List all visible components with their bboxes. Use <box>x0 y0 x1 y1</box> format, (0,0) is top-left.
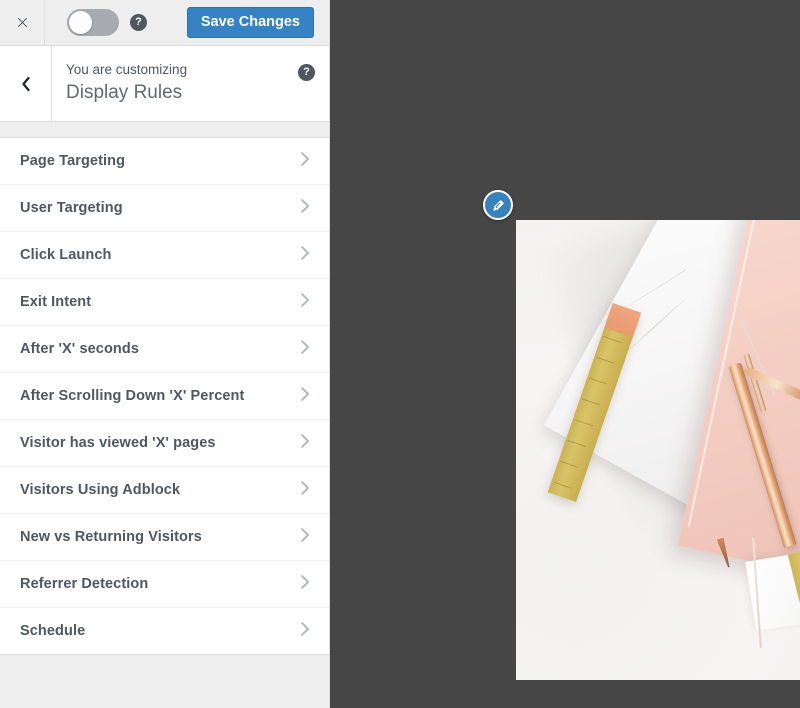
panel-row-after-x-seconds[interactable]: After 'X' seconds <box>0 326 329 373</box>
toggle-help-icon[interactable]: ? <box>130 14 147 31</box>
pencil-icon <box>491 198 506 213</box>
toggle-knob <box>69 11 92 34</box>
panel-row-label: Click Launch <box>20 247 112 263</box>
chevron-right-icon <box>300 339 311 360</box>
customizer-sidebar: ? Save Changes You are customizing Displ… <box>0 0 330 708</box>
panel-row-new-vs-returning-visitors[interactable]: New vs Returning Visitors <box>0 514 329 561</box>
panel-row-schedule[interactable]: Schedule <box>0 608 329 655</box>
panel-row-user-targeting[interactable]: User Targeting <box>0 185 329 232</box>
section-gap <box>0 122 329 138</box>
chevron-right-icon <box>300 433 311 454</box>
chevron-right-icon <box>300 198 311 219</box>
customizer-title-block: You are customizing Display Rules ? <box>52 46 329 121</box>
preview-photo <box>516 220 800 680</box>
back-button[interactable] <box>0 46 52 121</box>
customizing-eyebrow: You are customizing <box>66 61 188 77</box>
panel-row-visitor-viewed-pages[interactable]: Visitor has viewed 'X' pages <box>0 420 329 467</box>
edit-shortcut-button[interactable] <box>483 190 513 220</box>
panel-row-label: After 'X' seconds <box>20 341 139 357</box>
page-title: Display Rules <box>66 81 183 103</box>
customizer-screen: ? Save Changes You are customizing Displ… <box>0 0 800 708</box>
panel-row-label: Referrer Detection <box>20 576 149 592</box>
enable-toggle[interactable] <box>67 9 119 36</box>
chevron-right-icon <box>300 245 311 266</box>
panel-row-label: User Targeting <box>20 200 123 216</box>
preview-document <box>516 220 800 680</box>
chevron-right-icon <box>300 621 311 642</box>
customizer-title-bar: You are customizing Display Rules ? <box>0 46 329 122</box>
chevron-right-icon <box>300 386 311 407</box>
panel-row-referrer-detection[interactable]: Referrer Detection <box>0 561 329 608</box>
chevron-right-icon <box>300 151 311 172</box>
chevron-right-icon <box>300 574 311 595</box>
preview-pane <box>330 0 800 708</box>
title-help-icon[interactable]: ? <box>298 64 315 81</box>
chevron-right-icon <box>300 480 311 501</box>
sidebar-filler <box>0 655 329 708</box>
panel-row-visitors-using-adblock[interactable]: Visitors Using Adblock <box>0 467 329 514</box>
panel-row-label: New vs Returning Visitors <box>20 529 202 545</box>
display-rules-list: Page Targeting User Targeting Click Laun… <box>0 138 329 655</box>
chevron-left-icon <box>19 75 33 93</box>
chevron-right-icon <box>300 527 311 548</box>
panel-row-label: Schedule <box>20 623 86 639</box>
panel-row-after-scrolling-down[interactable]: After Scrolling Down 'X' Percent <box>0 373 329 420</box>
header-controls: ? <box>45 9 187 36</box>
panel-row-label: Page Targeting <box>20 153 126 169</box>
panel-row-label: Visitors Using Adblock <box>20 482 181 498</box>
panel-row-page-targeting[interactable]: Page Targeting <box>0 138 329 185</box>
panel-row-label: Exit Intent <box>20 294 92 310</box>
customizer-header: ? Save Changes <box>0 0 329 46</box>
panel-row-exit-intent[interactable]: Exit Intent <box>0 279 329 326</box>
panel-row-click-launch[interactable]: Click Launch <box>0 232 329 279</box>
close-icon <box>15 15 30 30</box>
chevron-right-icon <box>300 292 311 313</box>
close-customizer-button[interactable] <box>0 0 45 45</box>
panel-row-label: Visitor has viewed 'X' pages <box>20 435 216 451</box>
save-changes-button[interactable]: Save Changes <box>186 6 314 39</box>
panel-row-label: After Scrolling Down 'X' Percent <box>20 388 245 404</box>
